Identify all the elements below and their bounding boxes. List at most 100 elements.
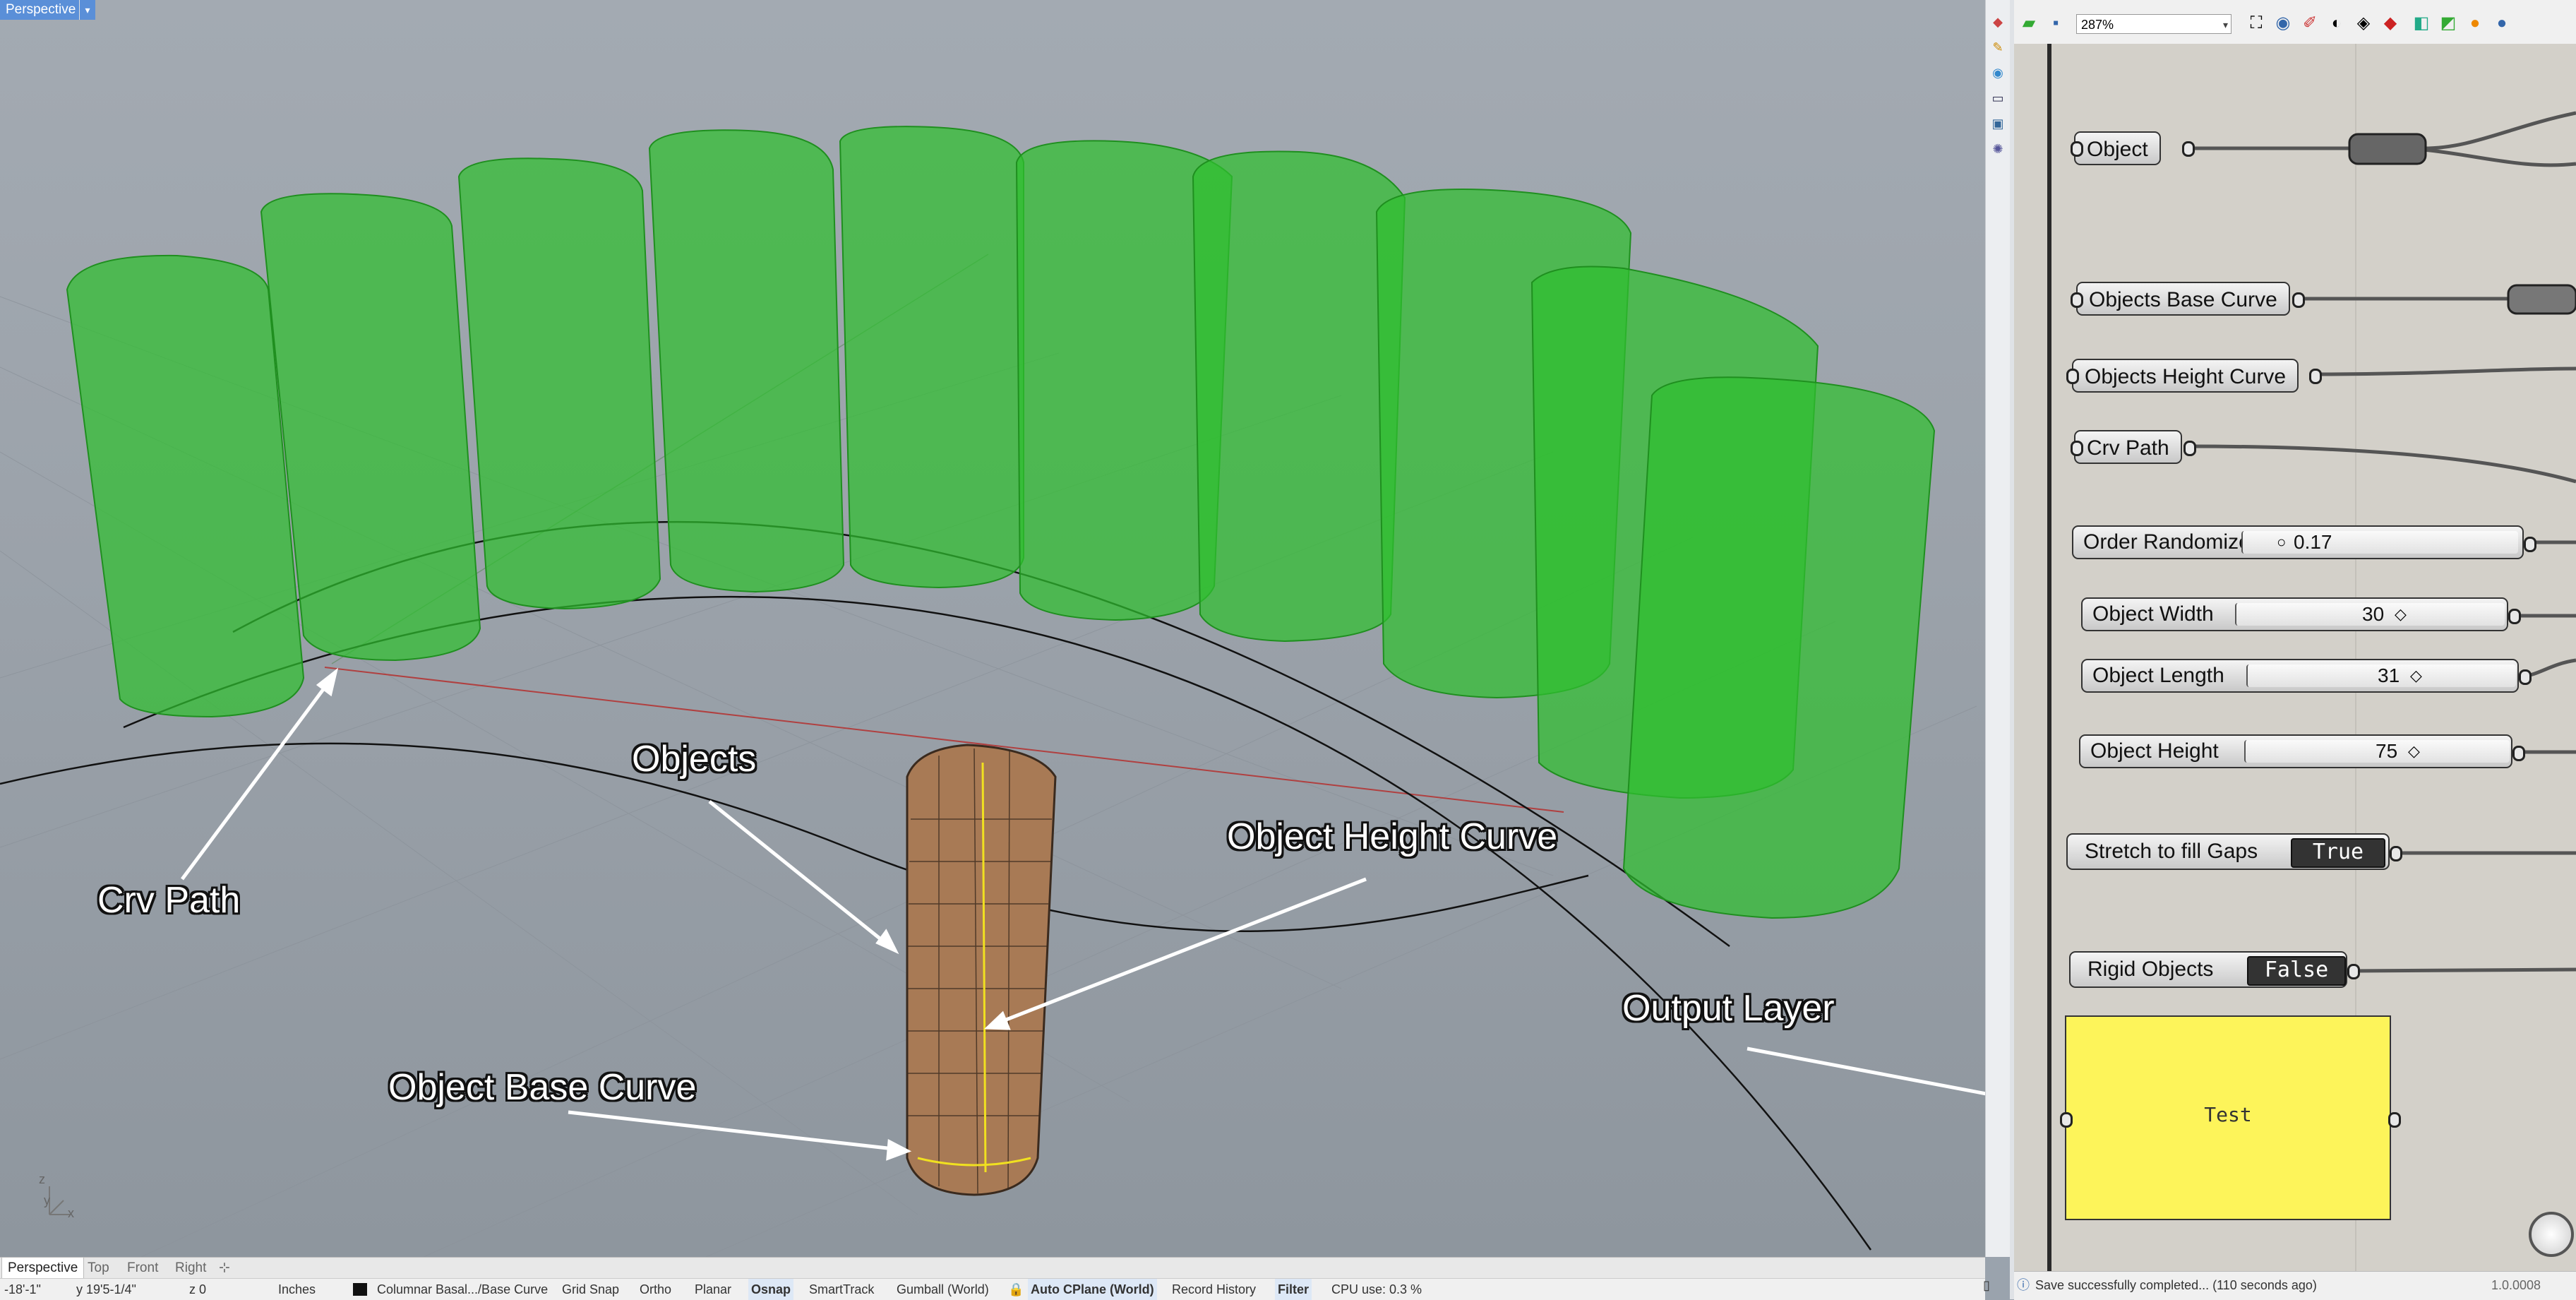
color-wheel-icon[interactable]: ◉ [1990,65,2006,80]
cpu-usage: CPU use: 0.3 % [1331,1282,1422,1296]
properties-icon[interactable]: ◆ [1990,14,2006,30]
stretch-label: Stretch to fill Gaps [2085,840,2258,863]
object-height-output-grip[interactable] [2512,746,2525,761]
viewport-tabs: Perspective Top Front Right ⊹ [0,1257,1985,1280]
object-length-output-grip[interactable] [2519,669,2532,685]
object-length-label: Object Length [2092,664,2224,687]
version-label: 1.0.0008 [2491,1278,2541,1292]
viewport-title[interactable]: Perspective [0,0,83,20]
rigid-objects-toggle[interactable]: Rigid Objects False [2069,951,2347,988]
tab-front[interactable]: Front [121,1258,164,1279]
output-layer-panel[interactable]: Test [2065,1015,2391,1220]
rigid-value-box[interactable]: False [2247,956,2346,986]
slider-knob-icon[interactable]: ◇ [2395,607,2407,622]
object-height-slider[interactable]: Object Height 75 ◇ [2079,734,2512,768]
side-toolbar: ◆ ✎ ◉ ▭ ▣ ✺ [1985,0,2011,1257]
perspective-viewport[interactable]: Perspective ▾ Crv Path Objects Object He… [0,0,1985,1257]
object-width-value: 30 [2362,603,2385,625]
tab-perspective[interactable]: Perspective [1,1258,85,1280]
viewport-menu-arrow[interactable]: ▾ [79,0,95,20]
annotation-objects: Objects [632,739,757,780]
objects-base-curve-node[interactable]: Objects Base Curve [2076,282,2290,316]
grid-snap-toggle[interactable]: Grid Snap [562,1279,619,1300]
add-view-icon[interactable]: ⊹ [213,1258,236,1279]
navigation-compass-icon[interactable] [2529,1212,2574,1257]
tab-right[interactable]: Right [169,1258,212,1279]
planar-toggle[interactable]: Planar [695,1279,731,1300]
object-param-capsule [2348,133,2427,165]
object-width-output-grip[interactable] [2508,609,2521,624]
units: Inches [278,1282,316,1296]
annotation-crv-path: Crv Path [97,880,241,921]
rigid-output-grip[interactable] [2347,964,2360,979]
object-width-slider[interactable]: Object Width 30 ◇ [2081,597,2508,631]
display-icon[interactable]: ▭ [1990,90,2006,106]
paintbrush-icon[interactable]: ✎ [1990,40,2006,55]
panel-output-grip[interactable] [2388,1112,2401,1128]
light-icon[interactable]: ✺ [1990,141,2006,157]
stretch-output-grip[interactable] [2390,846,2402,861]
stretch-to-fill-gaps-toggle[interactable]: Stretch to fill Gaps True [2066,833,2390,870]
base-curve-param-capsule [2507,284,2576,315]
object-length-slider[interactable]: Object Length 31 ◇ [2081,659,2519,693]
grasshopper-window: ▰ ▪ 287% ▾ ⛶ ◉ ✐ ◐ ◈ ◆ ◧ ◩ ● ● Object Ob… [2014,0,2576,1271]
order-randomizer-slider[interactable]: Order Randomizer ○ 0.17 [2072,525,2524,559]
axis-label-y: y [44,1193,50,1207]
object-width-label: Object Width [2092,602,2214,626]
object-output-grip[interactable] [2182,141,2195,157]
stretch-value-box[interactable]: True [2291,838,2385,868]
panel-text: Test [2204,1103,2252,1126]
crv-path-input-grip[interactable] [2071,441,2083,456]
coord-y: y 19'5-1/4" [76,1282,136,1296]
coord-z: z 0 [189,1282,207,1296]
object-height-track[interactable]: 75 ◇ [2244,740,2510,763]
object-height-label: Object Height [2090,739,2219,763]
order-randomizer-value: 0.17 [2294,531,2332,553]
height-curve-output-grip[interactable] [2309,369,2322,384]
lock-icon: 🔒 [1008,1282,1024,1296]
order-randomizer-output-grip[interactable] [2524,537,2536,552]
height-curve-input-grip[interactable] [2066,369,2079,384]
save-status-message: Save successfully completed... (110 seco… [2035,1278,2317,1292]
current-layer[interactable]: Columnar Basal.../Base Curve [377,1279,548,1300]
base-curve-input-grip[interactable] [2071,292,2083,308]
ortho-toggle[interactable]: Ortho [640,1279,671,1300]
object-length-value: 31 [2378,664,2400,686]
smarttrack-toggle[interactable]: SmartTrack [809,1279,874,1300]
axis-label-x: x [68,1206,74,1220]
object-height-value: 75 [2376,740,2398,762]
slider-knob-icon[interactable]: ○ [2277,535,2286,550]
order-randomizer-label: Order Randomizer [2083,530,2258,554]
panel-input-grip[interactable] [2060,1112,2073,1128]
slider-knob-icon[interactable]: ◇ [2408,744,2420,759]
layer-color-swatch[interactable] [353,1283,367,1296]
status-info-icon: ⓘ [2017,1278,2030,1292]
panel-toggle-icon[interactable]: ▯ [1983,1275,1990,1296]
status-bar: -18'-1" y 19'5-1/4" z 0 Inches Columnar … [0,1278,1985,1300]
grasshopper-status-bar: ▯ ⓘ Save successfully completed... (110 … [1983,1271,2576,1300]
annotation-object-height-curve: Object Height Curve [1227,816,1558,857]
base-curve-output-grip[interactable] [2292,292,2305,308]
order-randomizer-track[interactable]: ○ 0.17 [2241,531,2518,554]
camera-icon[interactable]: ▣ [1990,116,2006,131]
annotation-object-base-curve: Object Base Curve [388,1067,697,1108]
record-history-toggle[interactable]: Record History [1172,1279,1256,1300]
osnap-toggle[interactable]: Osnap [748,1279,794,1300]
coord-x: -18'-1" [4,1282,41,1296]
object-input-grip[interactable] [2071,141,2083,157]
crv-path-output-grip[interactable] [2183,441,2196,456]
filter-toggle[interactable]: Filter [1275,1279,1312,1300]
object-node[interactable]: Object [2074,131,2161,165]
gumball-toggle[interactable]: Gumball (World) [897,1279,989,1300]
tab-top[interactable]: Top [82,1258,115,1279]
annotation-output-layer: Output Layer [1622,988,1835,1029]
object-width-track[interactable]: 30 ◇ [2235,603,2505,626]
cplane-toggle[interactable]: Auto CPlane (World) [1028,1279,1157,1300]
rigid-label: Rigid Objects [2087,958,2214,981]
object-length-track[interactable]: 31 ◇ [2246,664,2516,687]
stone-column [906,744,1057,1196]
crv-path-node[interactable]: Crv Path [2074,430,2182,464]
objects-height-curve-node[interactable]: Objects Height Curve [2072,359,2299,393]
slider-knob-icon[interactable]: ◇ [2410,668,2422,684]
axis-label-z: z [39,1172,45,1186]
